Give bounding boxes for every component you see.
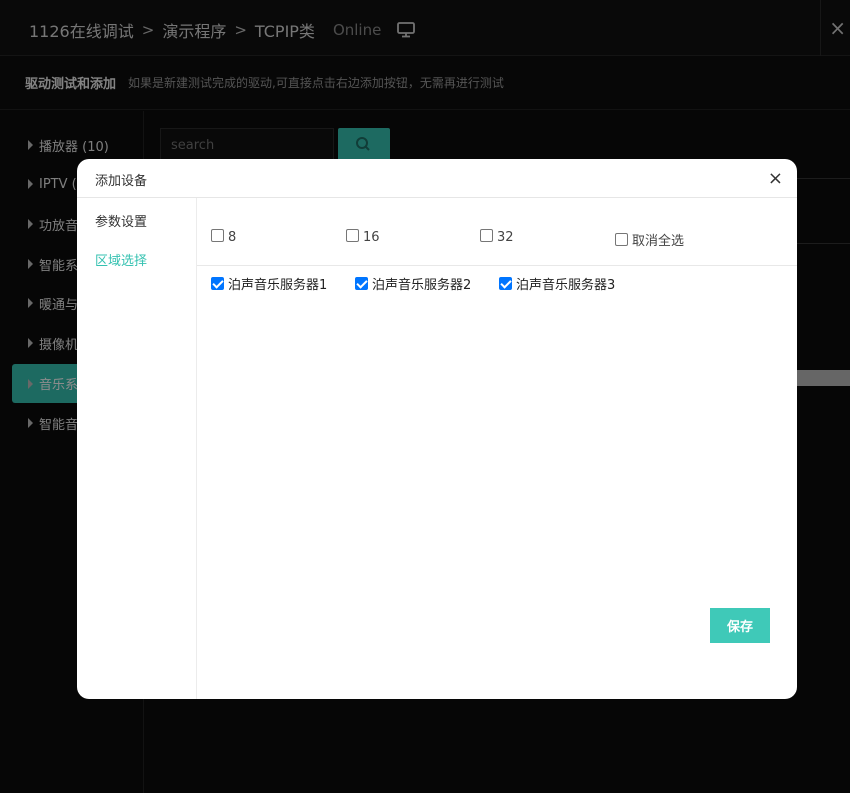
checkbox-box[interactable] — [480, 229, 493, 242]
dialog-header: 添加设备 × — [77, 159, 797, 198]
dialog-title: 添加设备 — [95, 174, 148, 189]
zone-selection-panel: 8 16 32 取消全选 泊声音乐服务器1 泊声音乐服务器2 泊声音乐服务器3 … — [197, 198, 797, 699]
checkbox-box[interactable] — [211, 277, 224, 290]
zone-checkbox[interactable]: 泊声音乐服务器3 — [499, 274, 615, 293]
zone-label: 泊声音乐服务器1 — [228, 278, 328, 293]
checkbox-label: 8 — [228, 230, 237, 245]
checkbox-box[interactable] — [355, 277, 368, 290]
tab-parameter-settings[interactable]: 参数设置 — [95, 211, 147, 230]
add-device-dialog: 添加设备 × 参数设置 区域选择 8 16 32 取消全选 泊声音乐服务器1 泊… — [77, 159, 797, 699]
dialog-nav: 参数设置 区域选择 — [77, 198, 197, 699]
bulk-select-row: 8 16 32 取消全选 — [197, 198, 797, 266]
checkbox-box[interactable] — [499, 277, 512, 290]
zone-checkbox[interactable]: 泊声音乐服务器1 — [211, 274, 327, 293]
zone-checkbox[interactable]: 泊声音乐服务器2 — [355, 274, 471, 293]
checkbox-label: 32 — [497, 230, 514, 245]
close-icon[interactable]: × — [768, 168, 783, 189]
zone-label: 泊声音乐服务器2 — [372, 278, 472, 293]
deselect-all-checkbox[interactable]: 取消全选 — [615, 227, 685, 249]
checkbox-label: 16 — [363, 230, 380, 245]
checkbox-label: 取消全选 — [632, 234, 685, 249]
select-32-checkbox[interactable]: 32 — [480, 227, 514, 245]
checkbox-box[interactable] — [615, 233, 628, 246]
select-8-checkbox[interactable]: 8 — [211, 227, 237, 245]
tab-zone-selection[interactable]: 区域选择 — [95, 250, 147, 269]
zone-label: 泊声音乐服务器3 — [516, 278, 616, 293]
save-button[interactable]: 保存 — [710, 608, 770, 643]
checkbox-box[interactable] — [346, 229, 359, 242]
checkbox-box[interactable] — [211, 229, 224, 242]
select-16-checkbox[interactable]: 16 — [346, 227, 380, 245]
